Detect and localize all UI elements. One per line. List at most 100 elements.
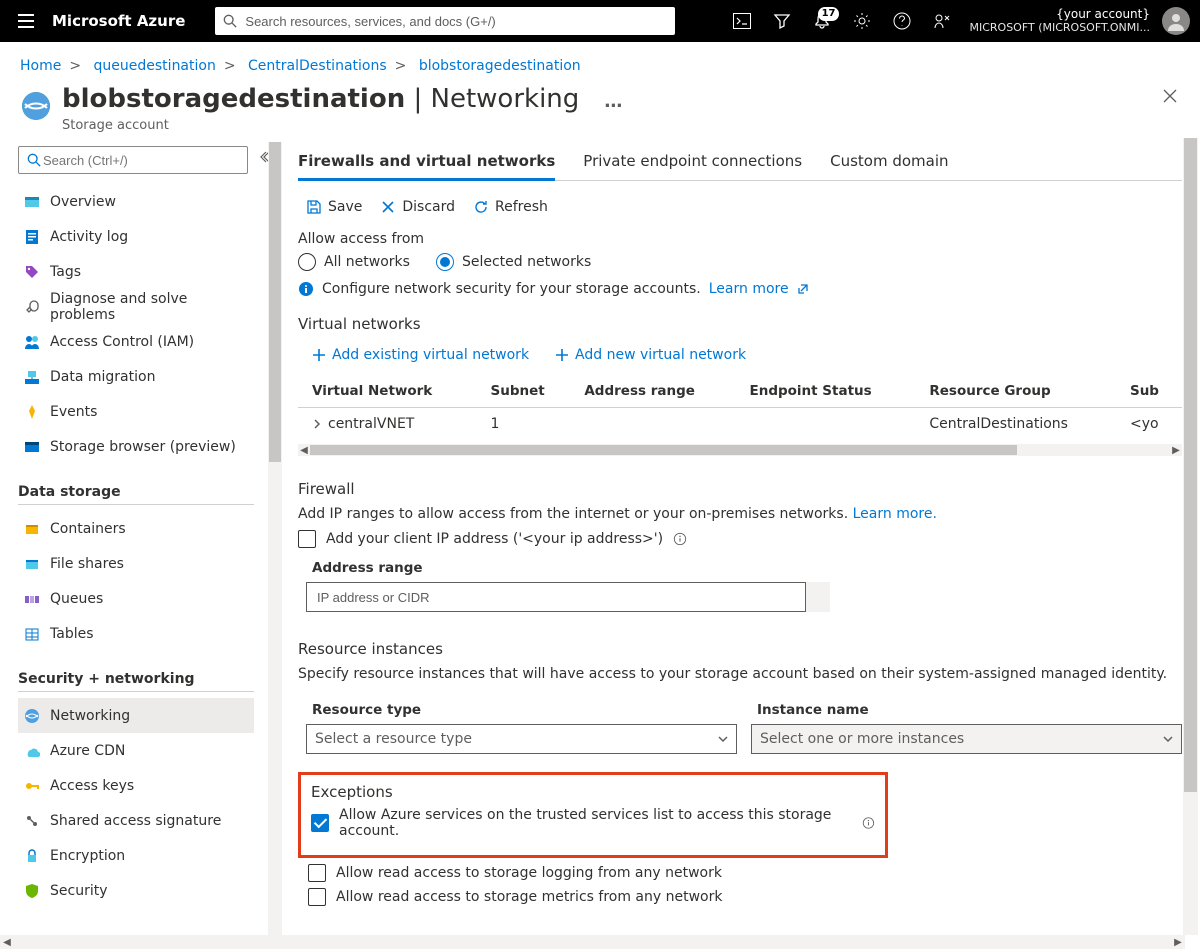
help-icon[interactable] — [883, 6, 921, 36]
sidebar-search[interactable] — [18, 146, 248, 174]
sidebar-item-fileshares[interactable]: File shares — [18, 546, 254, 581]
more-actions-icon[interactable]: … — [604, 91, 622, 112]
account-block[interactable]: {your account} MICROSOFT (MICROSOFT.ONMI… — [961, 7, 1158, 35]
exception-metrics-row: Allow read access to storage metrics fro… — [298, 888, 1182, 906]
sidebar-item-containers[interactable]: Containers — [18, 511, 254, 546]
plus-icon — [312, 348, 326, 362]
save-icon — [306, 199, 322, 215]
sidebar-item-label: Storage browser (preview) — [50, 439, 236, 455]
add-new-vnet[interactable]: Add new virtual network — [555, 347, 746, 363]
address-range-input[interactable] — [306, 582, 806, 612]
breadcrumb-item-home[interactable]: Home — [20, 58, 61, 74]
chevron-down-icon — [1163, 734, 1173, 744]
sidebar-item-queues[interactable]: Queues — [18, 581, 254, 616]
sidebar-item-label: Access Control (IAM) — [50, 334, 194, 350]
col-endpoint-status[interactable]: Endpoint Status — [739, 375, 919, 408]
directory-filter-icon[interactable] — [763, 6, 801, 36]
plus-icon — [555, 348, 569, 362]
exception-metrics-checkbox[interactable] — [308, 888, 326, 906]
breadcrumb-item-3[interactable]: blobstoragedestination — [419, 58, 581, 74]
sidebar-item-sas[interactable]: Shared access signature — [18, 803, 254, 838]
sidebar-item-encryption[interactable]: Encryption — [18, 838, 254, 873]
sidebar-item-tags[interactable]: Tags — [18, 254, 254, 289]
exception-trusted-checkbox[interactable] — [311, 814, 329, 832]
sidebar-item-security[interactable]: Security — [18, 873, 254, 908]
table-scrollbar[interactable]: ◀▶ — [298, 444, 1182, 456]
tab-private-endpoints[interactable]: Private endpoint connections — [583, 142, 802, 180]
instance-name-select[interactable]: Select one or more instances — [751, 724, 1182, 754]
col-subnet[interactable]: Subnet — [481, 375, 575, 408]
sidebar-item-label: Shared access signature — [50, 813, 221, 829]
feedback-icon[interactable] — [923, 6, 961, 36]
sidebar-item-cdn[interactable]: Azure CDN — [18, 733, 254, 768]
col-resource-group[interactable]: Resource Group — [919, 375, 1120, 408]
search-icon — [223, 14, 237, 28]
search-icon — [27, 153, 41, 167]
sidebar-item-networking[interactable]: Networking — [18, 698, 254, 733]
firewall-learn-more-link[interactable]: Learn more. — [853, 506, 937, 522]
page-vertical-scrollbar[interactable] — [1183, 138, 1198, 935]
breadcrumb-item-1[interactable]: queuedestination — [94, 58, 216, 74]
sidebar-search-input[interactable] — [41, 152, 239, 169]
sidebar-item-migration[interactable]: Data migration — [18, 359, 254, 394]
storage-account-icon — [20, 90, 52, 122]
breadcrumb: Home> queuedestination> CentralDestinati… — [0, 42, 1200, 82]
radio-selected-networks[interactable]: Selected networks — [436, 253, 591, 271]
tenant-name: MICROSOFT (MICROSOFT.ONMI... — [969, 21, 1150, 35]
refresh-icon — [473, 199, 489, 215]
col-vnet[interactable]: Virtual Network — [298, 375, 481, 408]
add-existing-vnet[interactable]: Add existing virtual network — [312, 347, 529, 363]
sidebar-item-events[interactable]: Events — [18, 394, 254, 429]
overview-icon — [24, 194, 40, 210]
close-icon[interactable] — [1162, 88, 1178, 104]
breadcrumb-item-2[interactable]: CentralDestinations — [248, 58, 387, 74]
allow-access-radios: All networks Selected networks — [298, 253, 1182, 271]
expand-row[interactable]: centralVNET — [312, 416, 471, 432]
col-address-range[interactable]: Address range — [574, 375, 739, 408]
sidebar-item-label: Activity log — [50, 229, 128, 245]
hamburger-icon[interactable] — [10, 8, 42, 34]
sidebar-item-browser[interactable]: Storage browser (preview) — [18, 429, 254, 464]
global-search-input[interactable] — [215, 7, 675, 35]
tab-custom-domain[interactable]: Custom domain — [830, 142, 948, 180]
activity-icon — [24, 229, 40, 245]
add-client-ip-checkbox[interactable] — [298, 530, 316, 548]
resource-instances-desc: Specify resource instances that will hav… — [298, 666, 1182, 682]
radio-all-networks[interactable]: All networks — [298, 253, 410, 271]
learn-more-link[interactable]: Learn more — [709, 281, 789, 297]
chevron-right-icon — [312, 419, 322, 429]
exception-logging-label: Allow read access to storage logging fro… — [336, 865, 722, 881]
global-search[interactable] — [215, 7, 675, 35]
col-sub[interactable]: Sub — [1120, 375, 1182, 408]
sidebar-item-activity[interactable]: Activity log — [18, 219, 254, 254]
global-header: Microsoft Azure 17 {your account} MICROS… — [0, 0, 1200, 42]
content-columns: Overview Activity log TagsDiagnose and sol… — [0, 141, 1200, 938]
account-name: {your account} — [969, 7, 1150, 21]
sidebar-item-keys[interactable]: Access keys — [18, 768, 254, 803]
cloud-shell-icon[interactable] — [723, 7, 761, 35]
discard-button[interactable]: Discard — [380, 199, 455, 215]
tables-icon — [24, 626, 40, 642]
sidebar-item-overview[interactable]: Overview — [18, 184, 254, 219]
info-icon[interactable] — [862, 816, 875, 830]
page-horizontal-scrollbar[interactable]: ◀▶ — [0, 935, 1185, 949]
sidebar-item-diagnose[interactable]: Diagnose and solve problems — [18, 289, 254, 324]
refresh-button[interactable]: Refresh — [473, 199, 548, 215]
resource-type-select[interactable]: Select a resource type — [306, 724, 737, 754]
sidebar-item-tables[interactable]: Tables — [18, 616, 254, 651]
exception-logging-checkbox[interactable] — [308, 864, 326, 882]
nav-group-data-storage: Data storage — [18, 484, 254, 505]
save-button[interactable]: Save — [306, 199, 362, 215]
security-icon — [24, 883, 40, 899]
sidebar-item-access[interactable]: Access Control (IAM) — [18, 324, 254, 359]
settings-icon[interactable] — [843, 6, 881, 36]
queues-icon — [24, 591, 40, 607]
tab-firewalls[interactable]: Firewalls and virtual networks — [298, 142, 555, 180]
sidebar-item-label: Security — [50, 883, 108, 899]
info-icon[interactable] — [673, 532, 687, 546]
notifications-icon[interactable]: 17 — [803, 6, 841, 36]
avatar[interactable] — [1162, 7, 1190, 35]
browser-icon — [24, 439, 40, 455]
table-row[interactable]: centralVNET 1 CentralDestinations <yo — [298, 408, 1182, 441]
discard-icon — [380, 199, 396, 215]
